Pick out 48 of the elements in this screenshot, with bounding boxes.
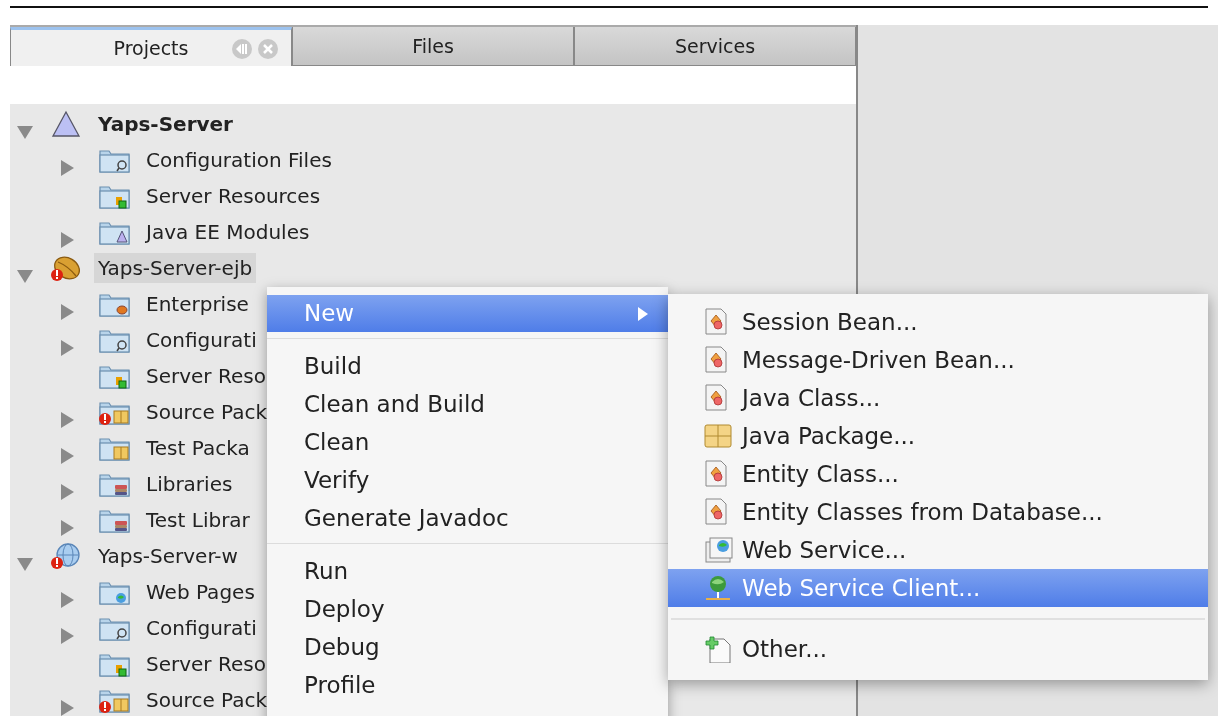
expand-triangle-icon[interactable]: [58, 590, 76, 609]
expand-triangle-icon[interactable]: [58, 410, 76, 429]
menu-item[interactable]: Java Package...: [668, 417, 1208, 455]
expand-triangle-icon[interactable]: [58, 518, 76, 537]
menu-item[interactable]: Entity Classes from Database...: [668, 493, 1208, 531]
menu-item[interactable]: Run: [267, 552, 668, 590]
menu-item[interactable]: Entity Class...: [668, 455, 1208, 493]
project-name[interactable]: Yaps-Server-ejb: [94, 253, 257, 283]
menu-item[interactable]: Web Service...: [668, 531, 1208, 569]
expand-triangle-icon[interactable]: [58, 446, 76, 465]
tree-item[interactable]: Test Librar: [142, 505, 254, 535]
tree-item[interactable]: Libraries: [142, 469, 237, 499]
expand-triangle-icon[interactable]: [58, 302, 76, 321]
expand-triangle-icon[interactable]: [58, 158, 76, 177]
tree-item[interactable]: Enterprise: [142, 289, 253, 319]
tree-item[interactable]: Server Reso: [142, 361, 270, 391]
tree-item[interactable]: Web Pages: [142, 577, 259, 607]
tree-item[interactable]: Server Reso: [142, 649, 270, 679]
tab[interactable]: Files: [292, 27, 574, 66]
tree-item[interactable]: Configurati: [142, 325, 261, 355]
package-icon: [704, 422, 734, 450]
minimize-icon[interactable]: [231, 38, 253, 60]
project-name[interactable]: Yaps-Server: [94, 109, 237, 139]
menu-item[interactable]: Session Bean...: [668, 303, 1208, 341]
new-file-icon: [704, 635, 734, 663]
expand-triangle-icon[interactable]: [58, 482, 76, 501]
expand-triangle-icon[interactable]: [58, 626, 76, 645]
menu-item[interactable]: Java Class...: [668, 379, 1208, 417]
menu-item[interactable]: Deploy: [267, 590, 668, 628]
tab[interactable]: Services: [574, 27, 856, 66]
tree-item[interactable]: Configurati: [142, 613, 261, 643]
close-icon[interactable]: [257, 38, 279, 60]
menu-item[interactable]: Debug: [267, 628, 668, 666]
expand-triangle-icon[interactable]: [58, 230, 76, 249]
web-document-icon: [704, 536, 734, 564]
tree-item[interactable]: Java EE Modules: [142, 217, 314, 247]
menu-item[interactable]: Message-Driven Bean...: [668, 341, 1208, 379]
tab[interactable]: Projects: [10, 27, 292, 66]
expand-triangle-icon[interactable]: [58, 698, 76, 716]
menu-item[interactable]: Other...: [668, 630, 1208, 668]
menu-item[interactable]: Generate Javadoc: [267, 499, 668, 537]
tree-item[interactable]: Server Resources: [142, 181, 325, 211]
menu-item[interactable]: Build: [267, 347, 668, 385]
expand-triangle-icon[interactable]: [58, 338, 76, 357]
project-name[interactable]: Yaps-Server-w: [94, 541, 242, 571]
tree-item[interactable]: Configuration Files: [142, 145, 336, 175]
menu-item[interactable]: Verify: [267, 461, 668, 499]
tree-item[interactable]: Test Packa: [142, 433, 254, 463]
